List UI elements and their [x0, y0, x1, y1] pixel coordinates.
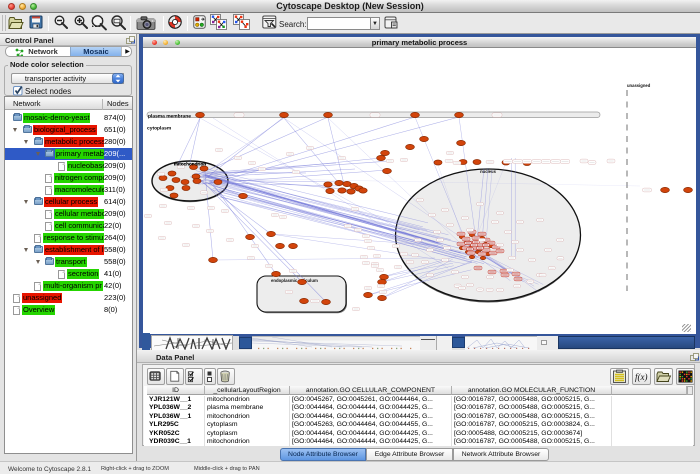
svg-text:endoplasmic reticulum: endoplasmic reticulum	[271, 278, 318, 283]
svg-text:plasma membrane: plasma membrane	[148, 114, 191, 120]
svg-text:cytoplasm: cytoplasm	[147, 126, 172, 132]
svg-text:nucleus: nucleus	[480, 169, 496, 174]
svg-text:mitochondrion: mitochondrion	[174, 162, 206, 167]
svg-text:f(x): f(x)	[635, 372, 648, 382]
svg-text:unassigned: unassigned	[627, 83, 651, 88]
